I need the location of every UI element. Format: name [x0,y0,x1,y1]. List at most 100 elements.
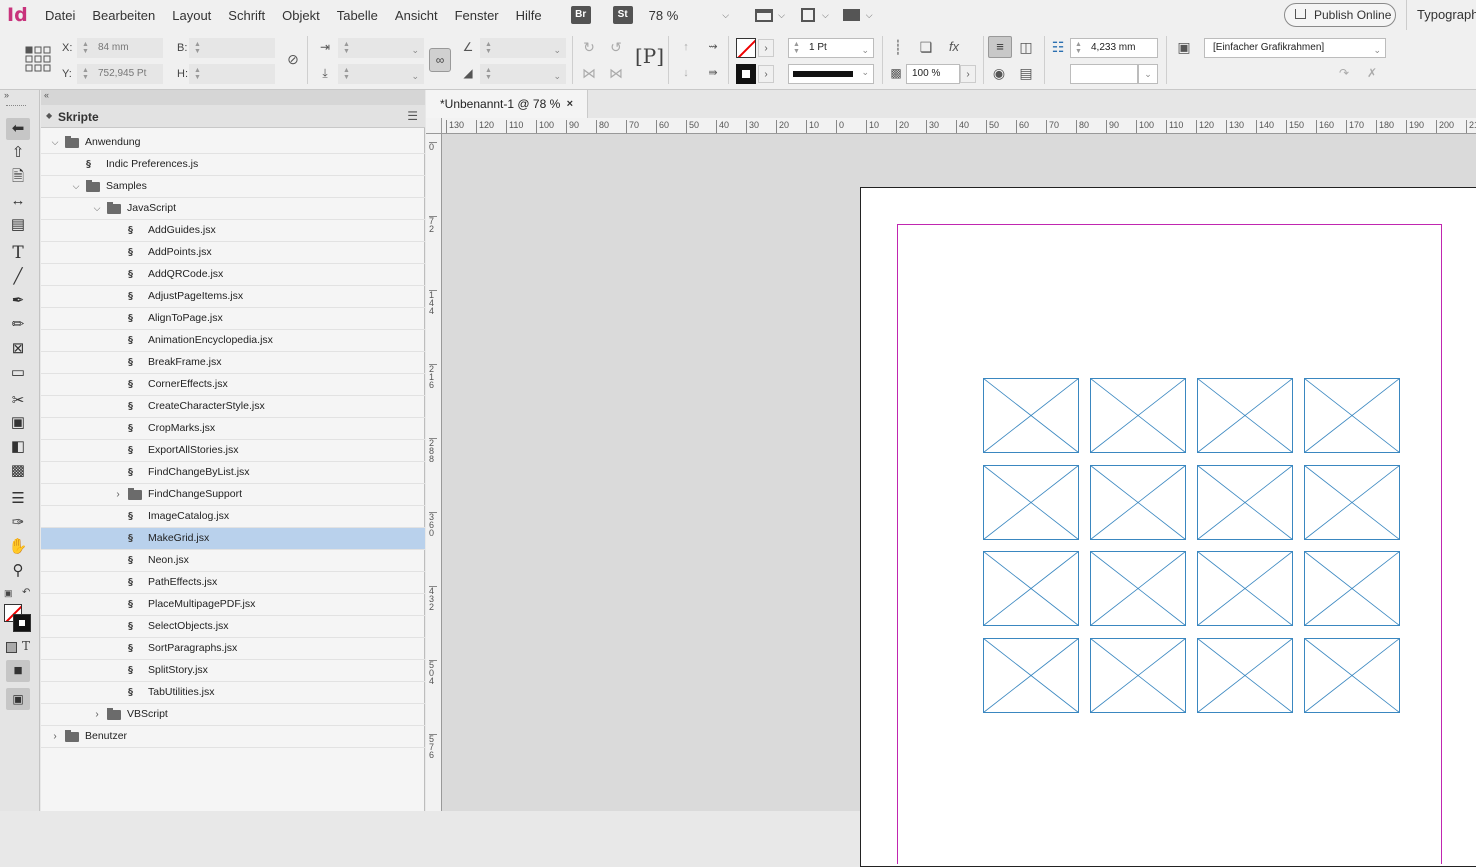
tree-script[interactable]: § AddQRCode.jsx [41,264,425,286]
scale-y-spinner-icon[interactable]: ▲ ▼ [343,67,350,81]
tree-script[interactable]: § ImageCatalog.jsx [41,506,425,528]
rectangle-frame-tool-icon[interactable]: ⊠ [6,338,30,360]
tree-folder[interactable]: ⌵ Samples [41,176,425,198]
chevron-down-icon[interactable]: ⌵ [49,132,61,153]
pasteboard[interactable] [443,135,1476,867]
break-link-style-icon[interactable]: ✗ [1363,64,1381,82]
zoom-tool-icon[interactable]: ⚲ [6,560,30,582]
stroke-weight-dropdown-icon[interactable]: ⌄ [861,41,869,59]
graphic-frame[interactable] [1090,637,1186,713]
line-tool-icon[interactable]: ╱ [6,266,30,288]
view-options-chevron-icon[interactable]: ⌵ [822,10,829,21]
chevron-right-icon[interactable]: › [112,484,124,505]
shear-dropdown-icon[interactable]: ⌄ [553,67,561,85]
eyedropper-tool-icon[interactable]: ✑ [6,512,30,534]
corner-options-icon[interactable]: ┊ [889,38,907,56]
view-mode-icon[interactable]: ▣ [6,688,30,710]
graphic-frame[interactable] [1090,551,1186,626]
fill-swatch[interactable] [736,38,756,58]
graphic-frame[interactable] [983,464,1079,540]
content-collector-icon[interactable]: ▤ [6,214,30,236]
stroke-type-dropdown-icon[interactable]: ⌄ [861,67,869,78]
select-content-icon[interactable]: ↓ [677,64,695,82]
rotation-field[interactable]: ▲ ▼ ⌄ [480,38,566,58]
panel-collapse-icon[interactable]: « [44,90,49,100]
text-wrap-none-icon[interactable]: ≡ [988,36,1012,58]
text-wrap-box-icon[interactable]: ◫ [1017,38,1035,56]
workspace-switcher[interactable]: Typography [1406,0,1476,30]
bridge-button[interactable]: Br [570,6,591,24]
stroke-weight-spinner-icon[interactable]: ▲ ▼ [793,41,800,55]
fill-menu-icon[interactable]: › [758,39,774,57]
wrap-offset-dropdown[interactable]: ⌄ [1138,64,1158,84]
flip-horizontal-icon[interactable]: ⋈ [580,64,598,82]
panel-sort-icon[interactable]: ◆ [46,111,52,120]
arrange-documents-icon[interactable] [842,9,860,21]
shear-field[interactable]: ▲ ▼ ⌄ [480,64,566,84]
horizontal-ruler[interactable]: 130 120 110 100 90 80 70 60 50 40 30 20 10 0 10 20 30 40 5… [442,118,1476,134]
height-field[interactable]: ▲ ▼ [189,64,275,84]
y-spinner-icon[interactable]: ▲ ▼ [82,67,89,81]
tree-script[interactable]: § AnimationEncyclopedia.jsx [41,330,425,352]
scale-x-dropdown-icon[interactable]: ⌄ [411,41,419,59]
flip-vertical-icon[interactable]: ⋈ [607,64,625,82]
tree-folder[interactable]: › VBScript [41,704,425,726]
select-next-icon[interactable]: ⇛ [704,64,722,82]
gap-tool-icon[interactable]: ↔ [6,190,30,212]
pencil-tool-icon[interactable]: ✏ [6,314,30,336]
tools-grip[interactable] [6,105,26,108]
menu-ansicht[interactable]: Ansicht [395,8,438,23]
zoom-chevron-icon[interactable]: ⌵ [722,10,729,21]
text-wrap-shape-icon[interactable]: ◉ [990,64,1008,82]
tree-script[interactable]: § SortParagraphs.jsx [41,638,425,660]
chevron-down-icon[interactable]: ⌵ [91,198,103,219]
scale-y-dropdown-icon[interactable]: ⌄ [411,67,419,85]
publish-online-button[interactable]: Publish Online [1284,3,1396,27]
tree-folder[interactable]: ⌵ JavaScript [41,198,425,220]
apply-color-icon[interactable]: ■ [6,660,30,682]
stroke-menu-icon[interactable]: › [758,65,774,83]
graphic-frame[interactable] [1304,637,1400,713]
tree-script[interactable]: § PlaceMultipagePDF.jsx [41,594,425,616]
link-scale-icon[interactable]: ∞ [429,48,451,72]
scripts-panel-tab[interactable]: ◆ Skripte ☰ [41,105,425,128]
height-spinner-icon[interactable]: ▲ ▼ [194,67,201,81]
tree-script[interactable]: § CreateCharacterStyle.jsx [41,396,425,418]
pen-tool-icon[interactable]: ✒ [6,290,30,312]
tree-script[interactable]: § CornerEffects.jsx [41,374,425,396]
gradient-swatch-tool-icon[interactable]: ◧ [6,436,30,458]
shear-spinner-icon[interactable]: ▲ ▼ [485,67,492,81]
menu-hilfe[interactable]: Hilfe [516,8,542,23]
wrap-offset-field[interactable] [1070,64,1138,84]
vertical-ruler[interactable]: 0 72 144 216 288 360 432 504 576 [426,134,442,811]
stock-button[interactable]: St [612,6,633,24]
tree-script[interactable]: § ExportAllStories.jsx [41,440,425,462]
tree-script[interactable]: § FindChangeByList.jsx [41,462,425,484]
tree-script[interactable]: § CropMarks.jsx [41,418,425,440]
spacing-spinner-icon[interactable]: ▲ ▼ [1075,41,1082,55]
close-tab-icon[interactable]: × [567,90,573,118]
rotation-spinner-icon[interactable]: ▲ ▼ [485,41,492,55]
zoom-level[interactable]: 78 % [649,8,679,23]
default-colors-icon[interactable]: ▣ [4,588,13,599]
tree-script[interactable]: § AddGuides.jsx [41,220,425,242]
arrange-chevron-icon[interactable]: ⌵ [866,10,873,21]
rectangle-tool-icon[interactable]: ▭ [6,362,30,384]
graphic-frame[interactable] [983,551,1079,626]
drop-shadow-icon[interactable]: ❏ [917,38,935,56]
graphic-frame[interactable] [1304,378,1400,453]
spacing-field[interactable]: ▲ ▼ 4,233 mm [1070,38,1158,58]
gradient-feather-tool-icon[interactable]: ▩ [6,460,30,482]
ruler-origin[interactable] [426,118,442,134]
document-tab[interactable]: *Unbenannt-1 @ 78 % × [426,90,588,118]
scale-x-spinner-icon[interactable]: ▲ ▼ [343,41,350,55]
menu-bearbeiten[interactable]: Bearbeiten [92,8,155,23]
free-transform-tool-icon[interactable]: ▣ [6,412,30,434]
paragraph-direction-icon[interactable]: [P] [635,44,664,68]
chevron-down-icon[interactable]: ⌵ [70,176,82,197]
tree-script[interactable]: § BreakFrame.jsx [41,352,425,374]
stroke-type-select[interactable]: ⌄ [788,64,874,84]
chevron-right-icon[interactable]: › [49,726,61,747]
menu-datei[interactable]: Datei [45,8,75,23]
tree-script[interactable]: § AdjustPageItems.jsx [41,286,425,308]
